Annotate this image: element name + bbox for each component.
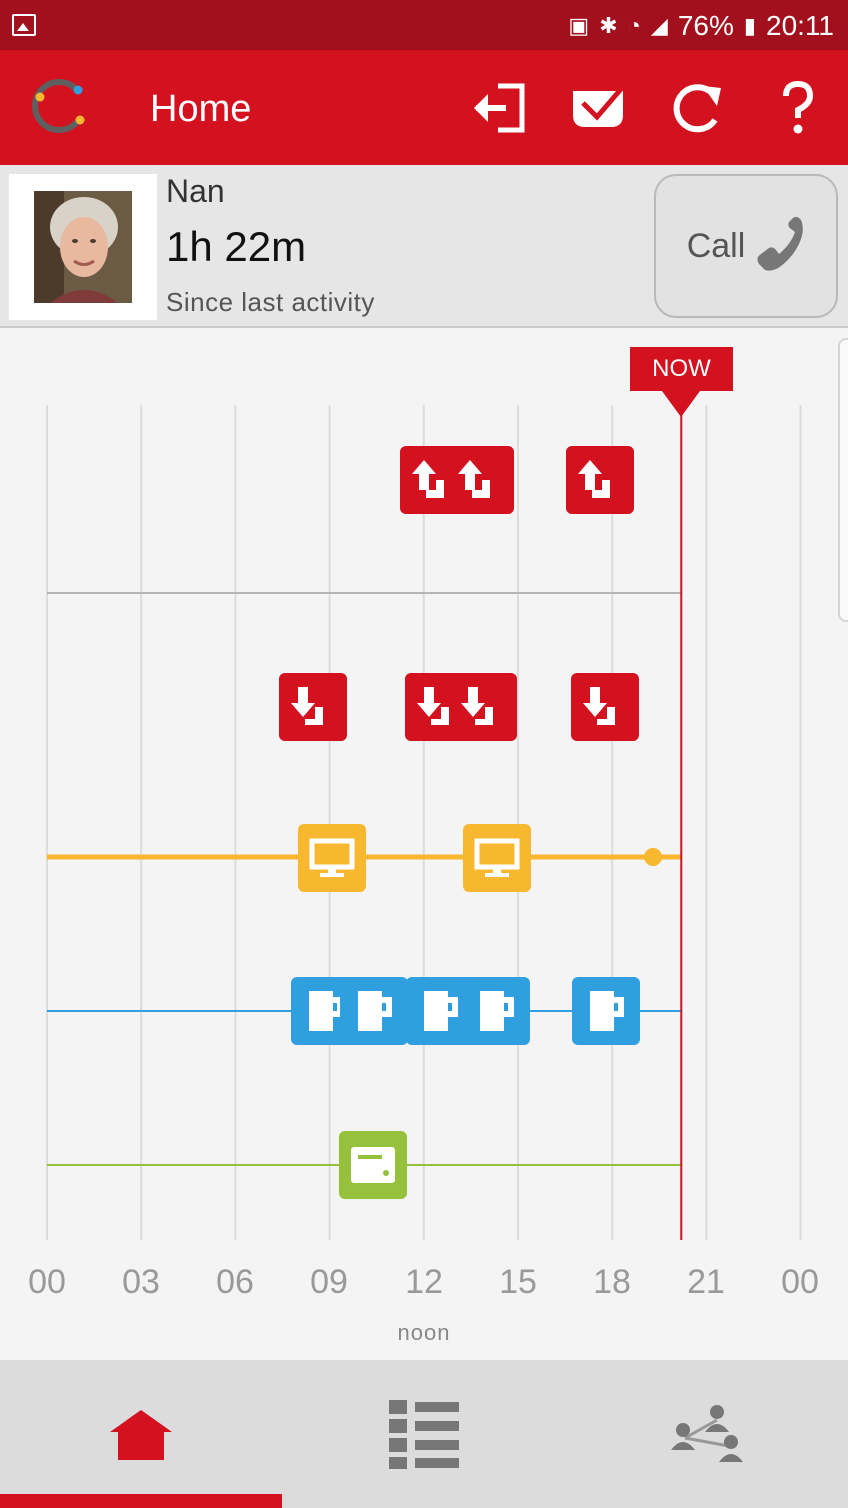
home-icon: [110, 1410, 172, 1460]
tv-lane-endpoint: [644, 848, 663, 866]
tv-icon: [309, 838, 355, 877]
list-icon: [389, 1400, 459, 1469]
elapsed-time: 1h 22m: [166, 223, 307, 270]
arrow-down-icon: [291, 687, 323, 725]
contact-card: Nan 1h 22m Since last activity Call: [0, 165, 848, 328]
hour-tick-label: 18: [593, 1263, 631, 1301]
down-event[interactable]: [449, 673, 517, 741]
arrow-down-icon: [461, 687, 493, 725]
call-label: Call: [686, 226, 746, 265]
down-event[interactable]: [571, 673, 639, 741]
kettle-icon: [358, 991, 392, 1031]
noon-label: noon: [397, 1320, 451, 1345]
hour-tick-label: 21: [687, 1263, 725, 1301]
status-bar: ▣ ✱ ◔ ◢ 76% ▮ 20:11: [0, 0, 848, 50]
hour-tick-label: 15: [499, 1263, 537, 1301]
nav-active-indicator: [0, 1494, 282, 1508]
hour-tick-label: 09: [310, 1263, 348, 1301]
checkin-icon: [573, 87, 623, 127]
clock: 20:11: [766, 10, 834, 41]
bottom-nav: [0, 1360, 848, 1508]
logout-icon: [474, 83, 525, 133]
arrow-down-icon: [583, 687, 615, 725]
now-marker-arrow: [662, 391, 700, 417]
hour-tick-label: 06: [216, 1263, 254, 1301]
arrow-up-icon: [578, 460, 610, 498]
hour-tick-label: 12: [405, 1263, 443, 1301]
kettle-icon: [590, 991, 624, 1031]
microwave-event[interactable]: [339, 1131, 407, 1199]
hour-tick-label: 03: [122, 1263, 160, 1301]
bluetooth-icon: ✱: [599, 13, 618, 38]
avatar: [34, 191, 132, 303]
signal-icon: ◢: [650, 13, 668, 38]
refresh-button[interactable]: [667, 78, 727, 138]
scroll-handle[interactable]: [838, 338, 848, 622]
tv-event[interactable]: [463, 824, 531, 892]
call-button[interactable]: Call: [654, 174, 838, 318]
network-icon: [671, 1405, 743, 1462]
hour-tick-label: 00: [28, 1263, 66, 1301]
app-logo-icon: [32, 79, 85, 133]
up-event[interactable]: [566, 446, 634, 514]
phone-icon: [757, 216, 804, 271]
tv-icon: [474, 838, 520, 877]
nav-activity-list[interactable]: [283, 1360, 565, 1508]
contact-name: Nan: [166, 173, 225, 209]
tv-event[interactable]: [298, 824, 366, 892]
gallery-icon: [12, 14, 36, 36]
kettle-event[interactable]: [462, 977, 530, 1045]
now-marker: NOW: [630, 347, 733, 391]
kettle-icon: [480, 991, 514, 1031]
nav-home[interactable]: [0, 1360, 282, 1508]
kettle-icon: [424, 991, 458, 1031]
wifi-icon: ◔: [627, 13, 641, 38]
help-button[interactable]: [768, 78, 828, 138]
nav-network[interactable]: [566, 1360, 848, 1508]
refresh-icon: [673, 84, 721, 133]
arrow-up-icon: [458, 460, 490, 498]
microwave-icon: [351, 1147, 395, 1183]
status-icons: ▣ ✱ ◔ ◢ 76% ▮ 20:11: [568, 8, 834, 44]
battery-percent: 76%: [677, 10, 734, 41]
up-event[interactable]: [446, 446, 514, 514]
app-bar: Home: [0, 50, 848, 165]
kettle-event[interactable]: [340, 977, 408, 1045]
help-icon: [783, 80, 814, 134]
checkin-button[interactable]: [568, 78, 628, 138]
elapsed-caption: Since last activity: [166, 287, 375, 317]
battery-saver-icon: ▣: [568, 13, 590, 38]
logout-button[interactable]: [470, 78, 530, 138]
hour-tick-label: 00: [781, 1263, 819, 1301]
down-event[interactable]: [279, 673, 347, 741]
contact-photo-frame: [9, 174, 157, 320]
battery-icon: ▮: [743, 13, 756, 38]
page-title: Home: [150, 88, 252, 130]
kettle-event[interactable]: [572, 977, 640, 1045]
